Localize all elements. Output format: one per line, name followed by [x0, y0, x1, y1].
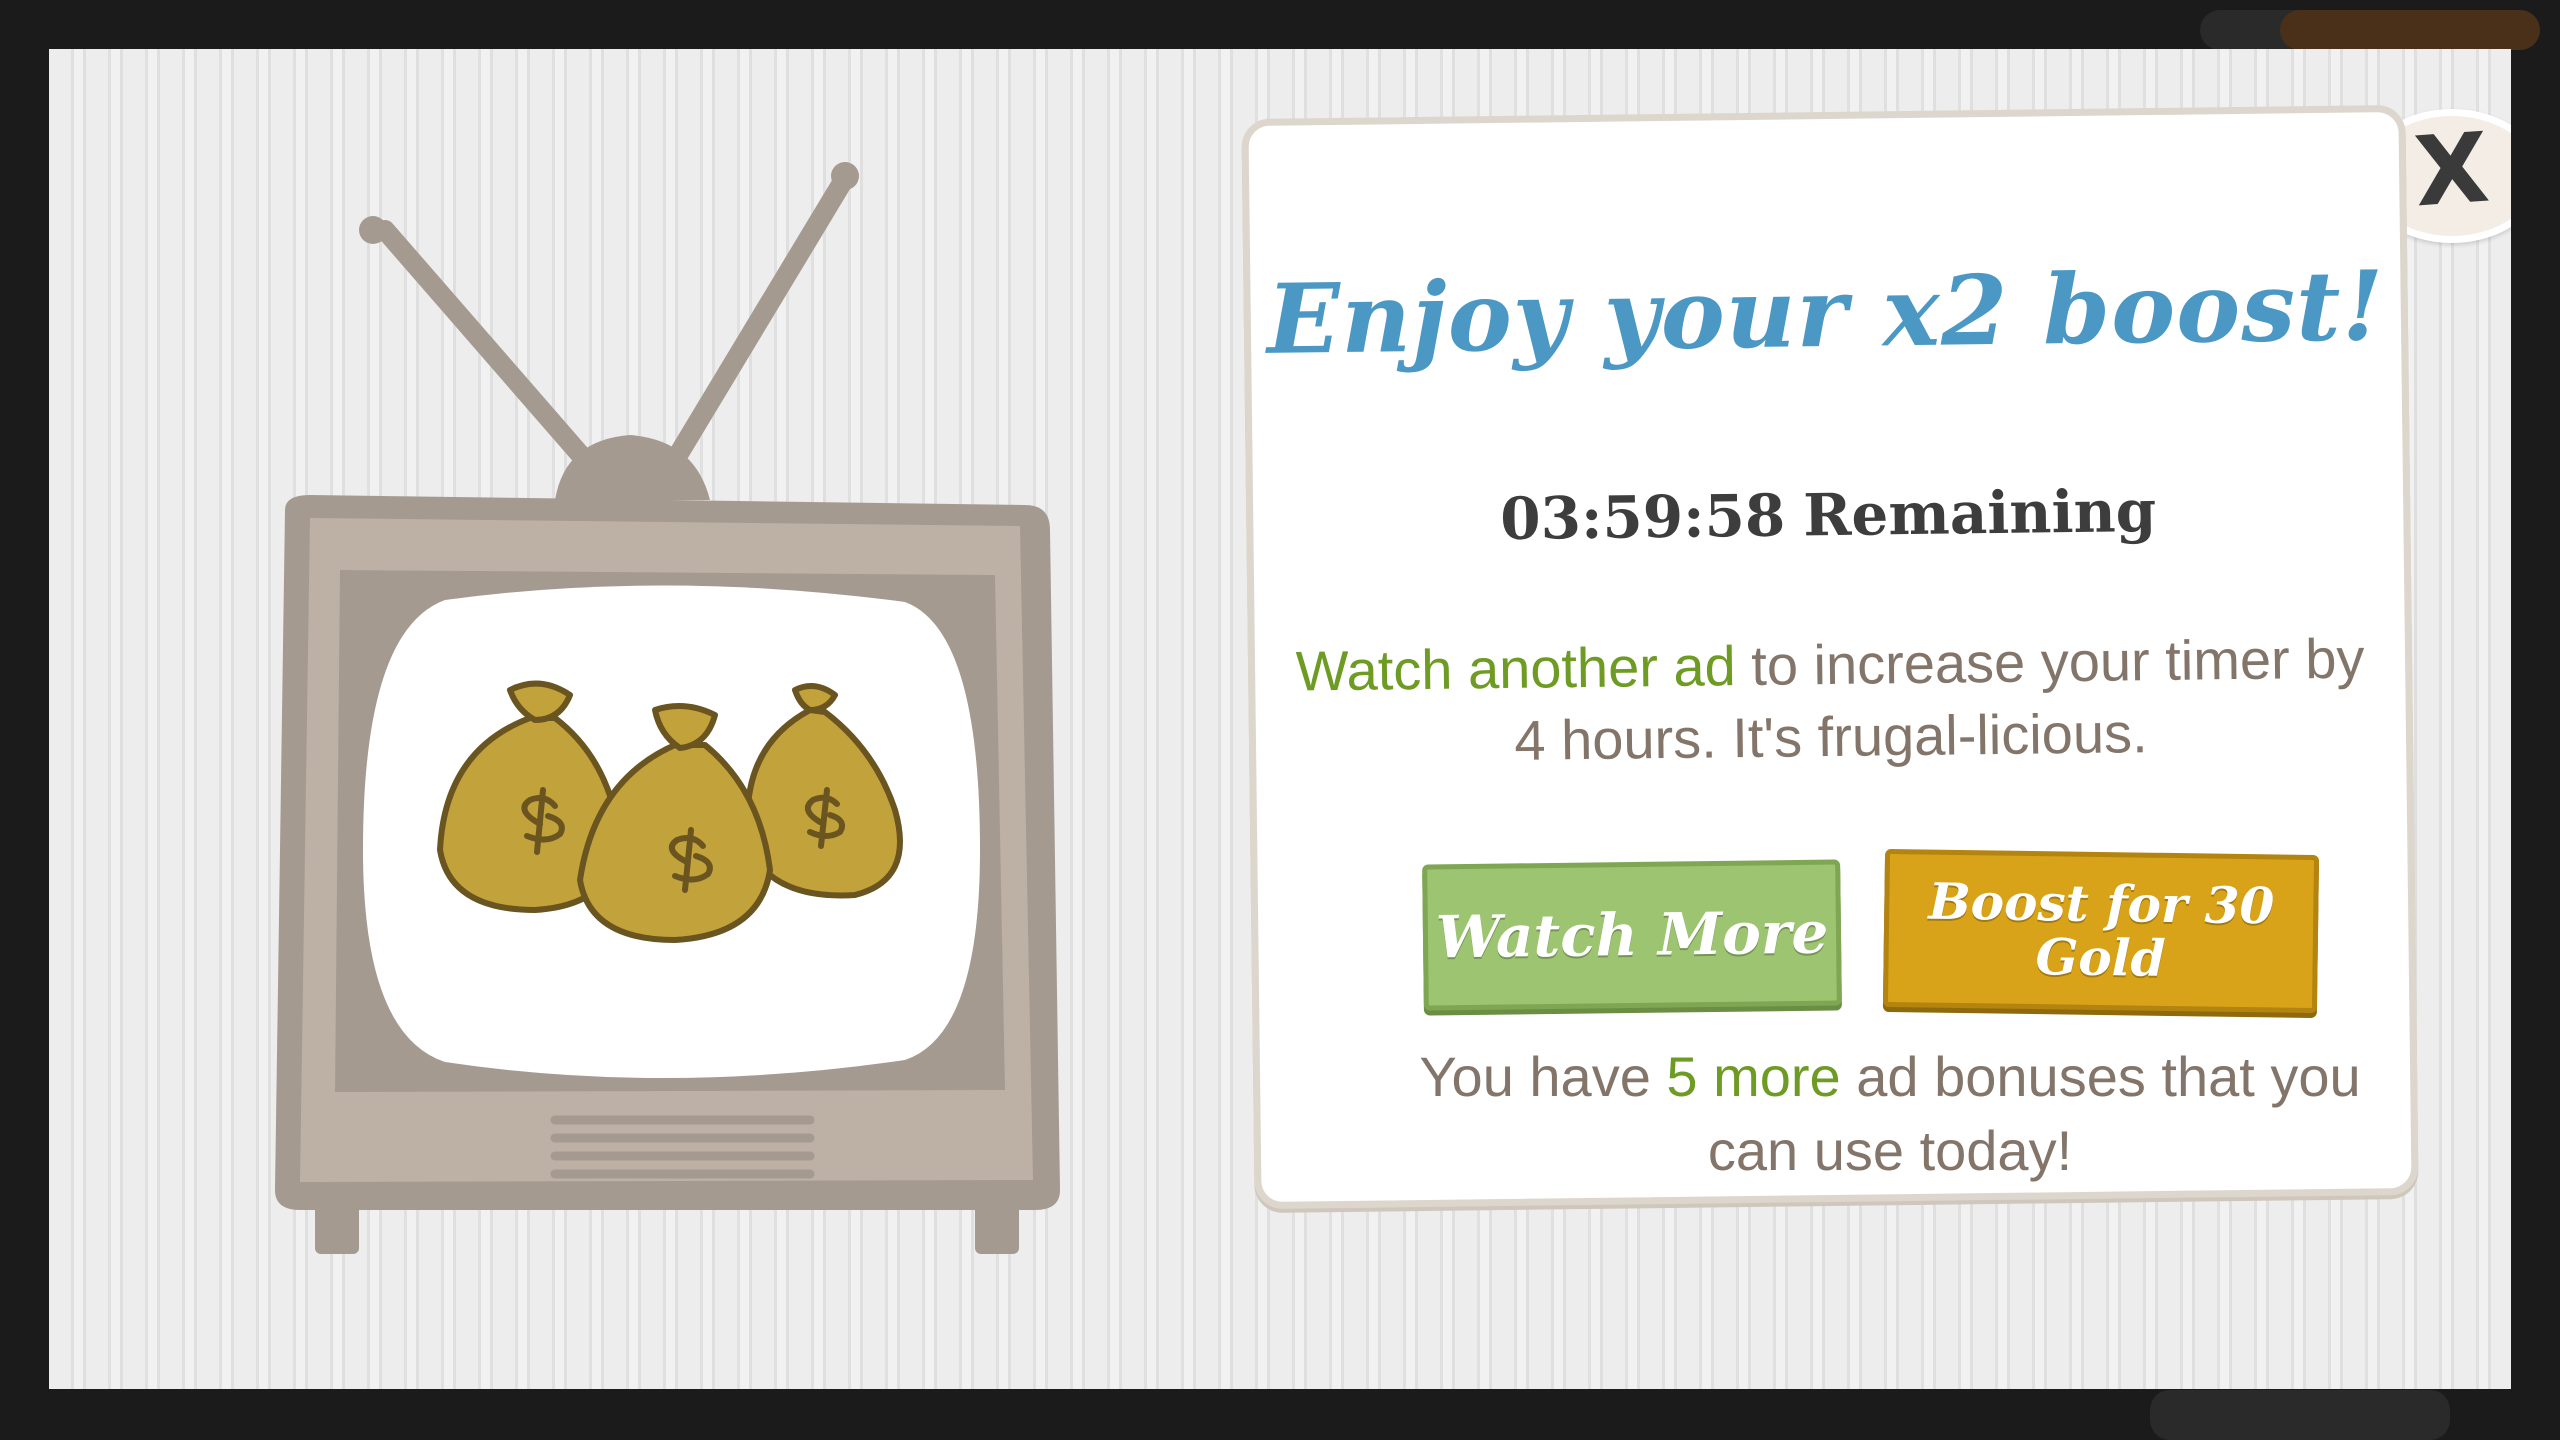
boost-description: Watch another ad to increase your timer … — [1295, 622, 2367, 779]
bonus-prefix: You have — [1419, 1045, 1651, 1108]
background-buy-button — [2280, 10, 2540, 50]
timer-value: 03:59:58 — [1499, 481, 1786, 554]
boost-timer: 03:59:58 Remaining — [1253, 474, 2404, 556]
boost-gold-button[interactable]: Boost for 30 Gold — [1882, 848, 2320, 1014]
description-highlight: Watch another ad — [1295, 634, 1737, 703]
timer-suffix: Remaining — [1802, 477, 2157, 550]
boost-title: Enjoy your x2 boost! — [1266, 249, 2386, 376]
bonus-count: 5 more — [1666, 1045, 1841, 1108]
retro-tv-icon — [275, 162, 1060, 1254]
close-icon: X — [2410, 111, 2493, 229]
watch-more-button[interactable]: Watch More — [1422, 859, 1842, 1011]
ad-bonus-info: You have 5 more ad bonuses that you can … — [1380, 1040, 2400, 1188]
background-timer-panel — [2150, 1390, 2450, 1440]
